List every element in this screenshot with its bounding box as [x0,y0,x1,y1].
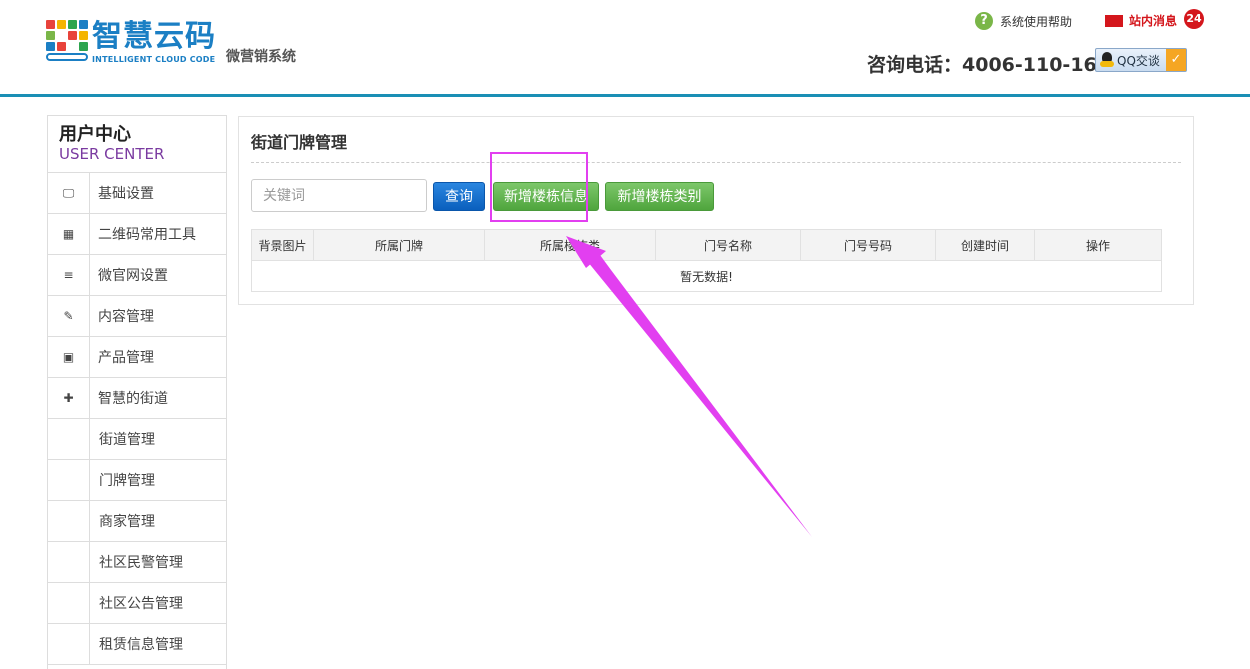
mail-icon [1105,14,1123,27]
sidebar-subitem-merchant[interactable]: 商家管理 [48,500,226,542]
sidebar-item-label: 智慧的街道 [98,391,168,407]
system-name: 微营销系统 [226,49,296,65]
messages-count-badge: 24 [1184,9,1204,29]
column-header[interactable]: 所属楼栋类 [484,229,656,261]
sidebar: 用户中心 USER CENTER 🖵 基础设置 ▦ 二维码常用工具 ≡ 微官网设… [47,115,227,669]
sidebar-subitem-notice[interactable]: 社区公告管理 [48,582,226,624]
sidebar-subitem-label: 租赁信息管理 [99,637,183,653]
messages-label: 站内消息 [1129,14,1178,28]
sidebar-item-smart-street[interactable]: ✚ 智慧的街道 [48,377,226,419]
sidebar-item-label: 产品管理 [98,350,154,366]
annotation-highlight-box [490,152,588,222]
add-building-category-button[interactable]: 新增楼栋类别 [605,182,714,211]
column-header[interactable]: 操作 [1034,229,1162,261]
qrcode-icon: ▦ [48,213,90,255]
empty-state-text: 暂无数据! [251,260,1162,292]
sidebar-item-basic-settings[interactable]: 🖵 基础设置 [48,172,226,214]
sidebar-subitem-label: 社区公告管理 [99,596,183,612]
sidebar-item-label: 微官网设置 [98,268,168,284]
sidebar-item-label: 内容管理 [98,309,154,325]
logo[interactable]: 智慧云码 INTELLIGENT CLOUD CODE [46,20,216,64]
main-panel: 街道门牌管理 查询 新增楼栋信息 新增楼栋类别 背景图片 所属门牌 所属楼栋类 … [238,116,1194,305]
check-icon: ✓ [1166,49,1186,71]
qq-penguin-icon [1100,52,1114,68]
logo-subtitle-en: INTELLIGENT CLOUD CODE [92,55,216,64]
column-header[interactable]: 背景图片 [251,229,314,261]
table-row: 暂无数据! [251,260,1162,292]
sidebar-subitem-label: 社区民警管理 [99,555,183,571]
sidebar-subitem-label: 街道管理 [99,432,155,448]
sidebar-subitem-police[interactable]: 社区民警管理 [48,541,226,583]
column-header[interactable]: 创建时间 [935,229,1035,261]
help-link[interactable]: ? 系统使用帮助 [975,12,1072,30]
keyword-search-input[interactable] [251,179,427,212]
qq-chat-label: QQ交谈 [1117,53,1160,68]
sidebar-item-products[interactable]: ▣ 产品管理 [48,336,226,378]
sidebar-subitem-doorplate[interactable]: 门牌管理 [48,459,226,501]
phone-number: 咨询电话：4006-110-166 [867,54,1110,76]
puzzle-icon: ✚ [48,377,90,419]
user-center-title: 用户中心 [59,124,131,145]
question-icon: ? [975,12,993,30]
column-header[interactable]: 所属门牌 [313,229,485,261]
image-icon: ▣ [48,336,90,378]
column-header[interactable]: 门号号码 [800,229,936,261]
logo-title: 智慧云码 [92,19,216,54]
messages-link[interactable]: 站内消息 [1105,12,1177,29]
sidebar-item-label: 基础设置 [98,186,154,202]
table-header-row: 背景图片 所属门牌 所属楼栋类 门号名称 门号号码 创建时间 操作 [251,229,1162,261]
sidebar-item-qrcode-tools[interactable]: ▦ 二维码常用工具 [48,213,226,255]
query-button[interactable]: 查询 [433,182,485,211]
sidebar-item-label: 二维码常用工具 [98,227,196,243]
qrcode-logo-icon [46,20,88,62]
edit-icon: ✎ [48,295,90,337]
sidebar-subitem-label: 门牌管理 [99,473,155,489]
doorplate-table: 背景图片 所属门牌 所属楼栋类 门号名称 门号号码 创建时间 操作 暂无数据! [251,229,1162,292]
header: 智慧云码 INTELLIGENT CLOUD CODE 微营销系统 ? 系统使用… [0,0,1250,97]
user-center-header: 用户中心 USER CENTER [48,116,226,173]
sidebar-item-micro-site[interactable]: ≡ 微官网设置 [48,254,226,296]
sidebar-item-content[interactable]: ✎ 内容管理 [48,295,226,337]
user-center-subtitle: USER CENTER [59,145,165,163]
sidebar-subitem-street[interactable]: 街道管理 [48,418,226,460]
help-label: 系统使用帮助 [1000,14,1073,29]
page-title: 街道门牌管理 [251,133,348,152]
qq-chat-button[interactable]: QQ交谈 ✓ [1095,48,1187,72]
list-icon: ≡ [48,254,90,296]
monitor-icon: 🖵 [48,172,90,214]
column-header[interactable]: 门号名称 [655,229,801,261]
sidebar-subitem-label: 商家管理 [99,514,155,530]
divider [251,162,1181,163]
sidebar-subitem-rental[interactable]: 租赁信息管理 [48,623,226,665]
